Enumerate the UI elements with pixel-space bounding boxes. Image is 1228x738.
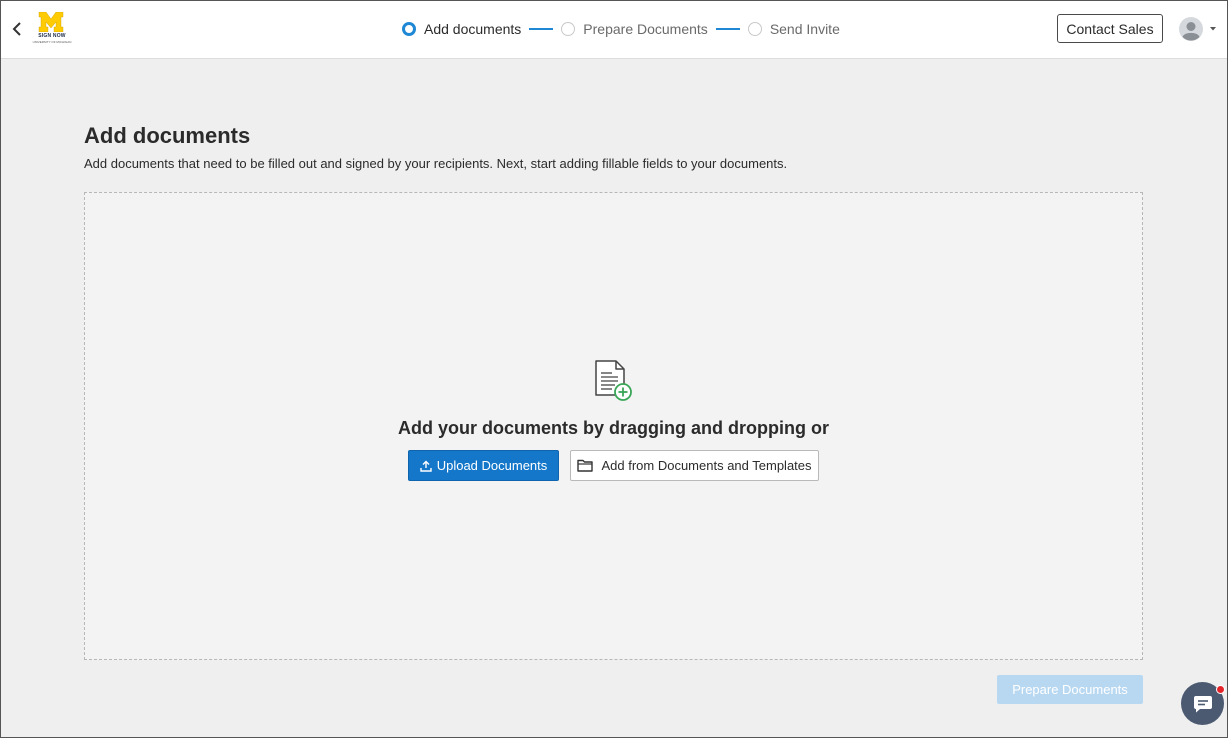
user-avatar-icon [1179,17,1203,41]
logo-subtext: UNIVERSITY OF MICHIGAN [32,40,72,44]
document-add-icon [595,360,632,401]
step-indicator [747,22,762,36]
contact-sales-button[interactable]: Contact Sales [1057,14,1163,43]
upload-documents-button[interactable]: Upload Documents [408,450,559,481]
logo[interactable]: SIGN NOW UNIVERSITY OF MICHIGAN [31,12,73,46]
page-subtitle: Add documents that need to be filled out… [84,156,788,171]
top-bar: SIGN NOW UNIVERSITY OF MICHIGAN Add docu… [1,1,1227,59]
folder-icon [577,459,594,472]
user-menu[interactable] [1179,16,1219,42]
step-label: Send Invite [769,21,840,37]
upload-documents-label: Upload Documents [436,458,548,473]
stepper: Add documents Prepare Documents Send Inv… [402,18,840,40]
step-label: Add documents [424,21,522,37]
step-send-invite[interactable]: Send Invite [747,21,840,37]
add-from-templates-label: Add from Documents and Templates [601,458,812,473]
step-connector [715,28,740,30]
chevron-left-icon [12,22,21,36]
chat-icon [1193,695,1212,712]
notification-badge [1216,685,1225,694]
step-add-documents[interactable]: Add documents [402,21,521,37]
caret-down-icon [1210,27,1216,31]
step-active-indicator [402,22,416,36]
prepare-documents-button[interactable]: Prepare Documents [997,675,1143,704]
step-prepare-documents[interactable]: Prepare Documents [561,21,708,37]
logo-text: SIGN NOW [38,33,66,39]
step-connector [529,28,554,30]
back-button[interactable] [9,18,25,40]
document-dropzone[interactable]: Add your documents by dragging and dropp… [84,192,1143,660]
step-indicator [561,22,576,36]
dropzone-text: Add your documents by dragging and dropp… [398,418,829,438]
add-from-templates-button[interactable]: Add from Documents and Templates [570,450,819,481]
page-title: Add documents [84,123,251,148]
upload-icon [420,460,432,472]
step-label: Prepare Documents [583,21,708,37]
block-m-logo-icon [38,12,64,32]
